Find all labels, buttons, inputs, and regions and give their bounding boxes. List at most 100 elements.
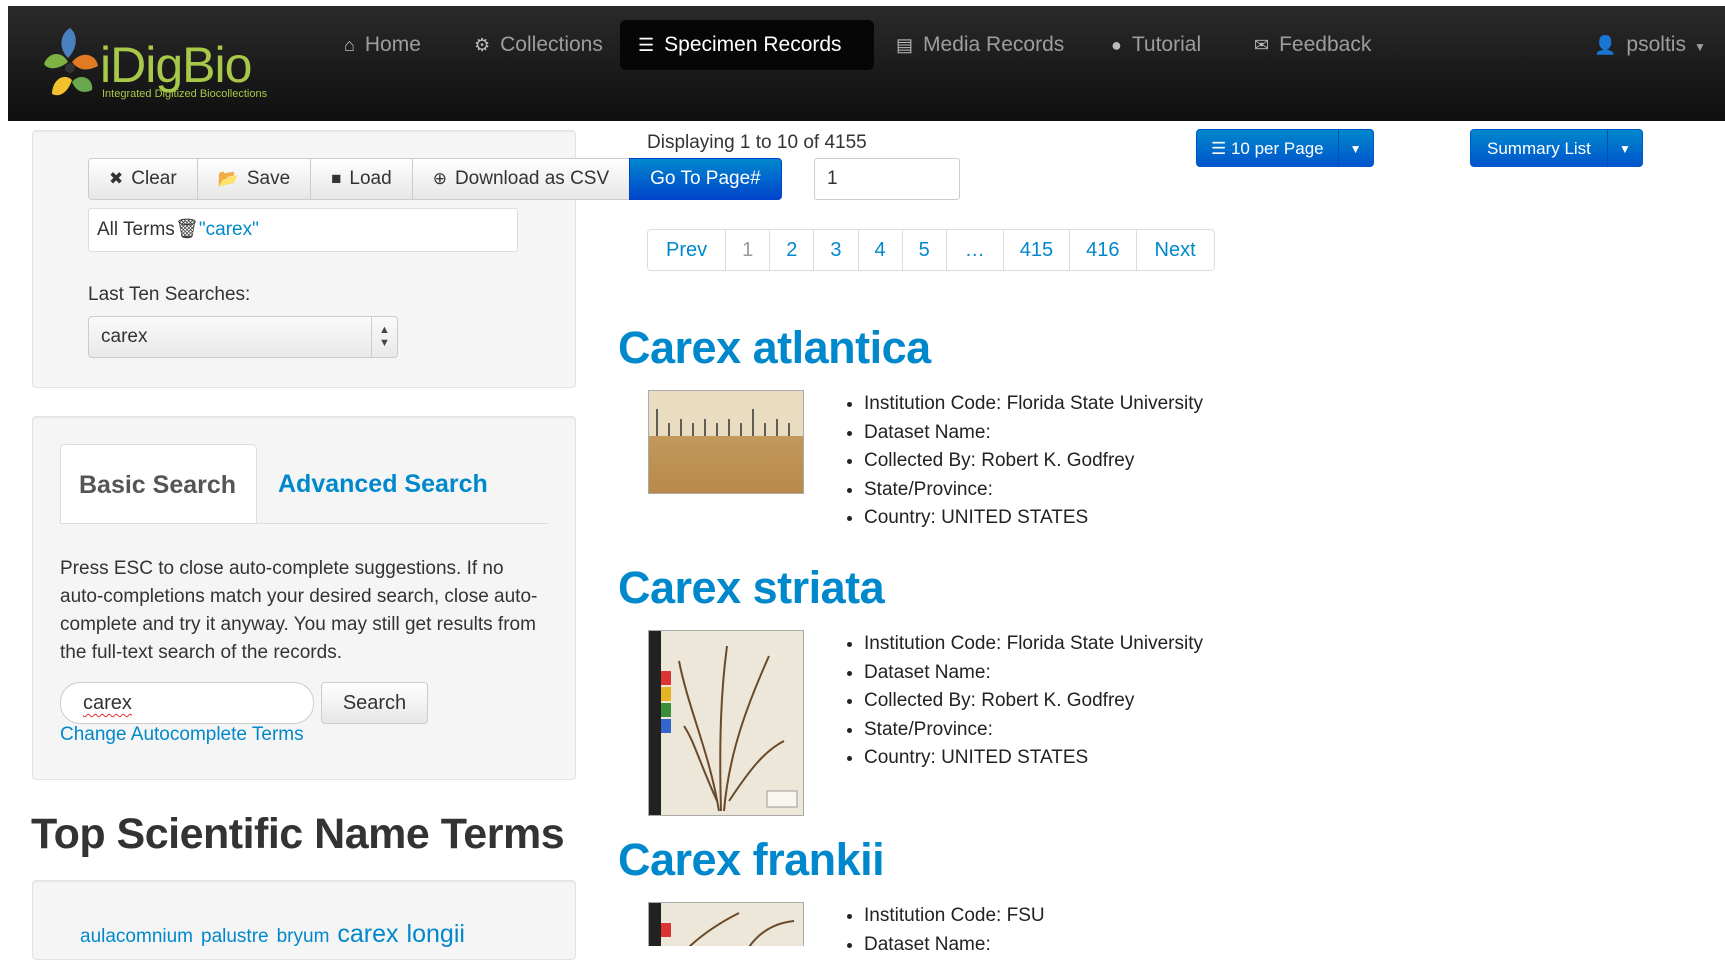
page-number-input[interactable]: 1: [814, 158, 960, 200]
record-title[interactable]: Carex atlantica: [618, 322, 931, 374]
download-label: Download as CSV: [454, 168, 610, 189]
gear-icon: ⚙: [474, 35, 491, 55]
clear-label: Clear: [131, 168, 177, 189]
specimen-thumbnail[interactable]: [648, 630, 804, 816]
top-terms-heading: Top Scientific Name Terms: [31, 810, 565, 858]
page-link[interactable]: 5: [902, 230, 947, 270]
folder-open-icon: 📂: [217, 169, 239, 188]
ruler-image: [649, 391, 803, 436]
caret-down-icon: ▼: [1693, 40, 1706, 54]
page-next[interactable]: Next: [1136, 230, 1214, 270]
user-name: psoltis: [1626, 33, 1686, 56]
go-to-page-button[interactable]: Go To Page#: [629, 158, 782, 200]
term-link[interactable]: palustre: [201, 926, 269, 947]
select-arrows-icon: ▲ ▼: [371, 317, 397, 357]
load-label: Load: [349, 168, 392, 189]
home-icon: ⌂: [344, 35, 355, 55]
record-facts: Institution Code: FSU Dataset Name:: [842, 902, 1045, 959]
page-link[interactable]: 2: [770, 230, 815, 270]
fact-state: State/Province:: [864, 716, 1203, 745]
herbarium-sheet-image: [649, 903, 795, 946]
term-link[interactable]: bryum: [277, 926, 330, 947]
nav-feedback[interactable]: ✉ Feedback: [1236, 20, 1389, 70]
page-link[interactable]: 3: [814, 230, 859, 270]
nav-tutorial[interactable]: ● Tutorial: [1093, 20, 1219, 70]
fact-collector: Collected By: Robert K. Godfrey: [864, 687, 1203, 716]
load-button[interactable]: ■ Load: [310, 158, 413, 200]
term-link[interactable]: aulacomnium: [80, 926, 193, 947]
list-icon: ☰: [638, 35, 655, 55]
terms-prefix: All Terms: [97, 219, 175, 240]
caret-down-icon[interactable]: ▼: [1606, 130, 1642, 166]
term-link[interactable]: longii: [407, 920, 465, 948]
page-ellipsis: …: [946, 230, 1004, 270]
fact-institution: Institution Code: FSU: [864, 902, 1045, 931]
search-button[interactable]: Search: [321, 682, 428, 724]
save-label: Save: [246, 168, 291, 189]
fact-dataset: Dataset Name:: [864, 931, 1045, 960]
terms-query: "carex": [198, 219, 259, 240]
view-mode-dropdown[interactable]: Summary List ▼: [1470, 129, 1643, 167]
nav-home[interactable]: ⌂ Home: [326, 20, 439, 70]
download-icon: ⊕: [432, 169, 447, 188]
specimen-thumbnail[interactable]: [648, 390, 804, 494]
caret-down-icon[interactable]: ▼: [1337, 130, 1373, 166]
nav-collections[interactable]: ⚙ Collections: [456, 20, 621, 70]
specimen-thumbnail[interactable]: [648, 902, 804, 946]
record-facts: Institution Code: Florida State Universi…: [842, 390, 1203, 533]
fact-country: Country: UNITED STATES: [864, 744, 1203, 773]
last-searches-select[interactable]: carex ▲ ▼: [88, 316, 398, 358]
herbarium-sheet-image: [649, 631, 798, 815]
idigbio-logo[interactable]: iDigBio Integrated Digitized Biocollecti…: [38, 24, 288, 109]
fact-institution: Institution Code: Florida State Universi…: [864, 390, 1203, 419]
record-facts: Institution Code: Florida State Universi…: [842, 630, 1203, 773]
film-icon: ▤: [896, 35, 914, 55]
page-link[interactable]: 4: [858, 230, 903, 270]
record-title[interactable]: Carex frankii: [618, 834, 885, 886]
logo-leaves-icon: [44, 28, 98, 96]
nav-tutorial-label: Tutorial: [1131, 33, 1202, 56]
tab-divider: [60, 523, 548, 524]
change-autocomplete-link[interactable]: Change Autocomplete Terms: [60, 724, 304, 746]
nav-specimen-records[interactable]: ☰ Specimen Records: [620, 20, 874, 70]
trash-icon[interactable]: 🗑: [175, 219, 199, 240]
nav-media-records[interactable]: ▤ Media Records: [878, 20, 1082, 70]
page-prev[interactable]: Prev: [648, 230, 727, 270]
logo-subtitle: Integrated Digitized Biocollections: [102, 88, 268, 100]
term-cloud: aulacomnium palustre bryum carex longii: [80, 920, 473, 949]
save-button[interactable]: 📂 Save: [196, 158, 312, 200]
last-searches-label: Last Ten Searches:: [88, 284, 251, 305]
view-mode-label: Summary List: [1487, 139, 1591, 158]
nav-home-label: Home: [364, 33, 421, 56]
search-toolbar: ✖ Clear 📂 Save ■ Load ⊕ Download as CSV Go T…: [88, 158, 782, 200]
tab-advanced-search[interactable]: Advanced Search: [260, 444, 506, 524]
tab-basic-search[interactable]: Basic Search: [60, 444, 257, 524]
nav-feedback-label: Feedback: [1279, 33, 1372, 56]
nav-collections-label: Collections: [500, 33, 603, 56]
download-csv-button[interactable]: ⊕ Download as CSV: [411, 158, 631, 200]
user-menu[interactable]: 👤 psoltis ▼: [1576, 20, 1724, 70]
nav-specimen-records-label: Specimen Records: [664, 33, 842, 56]
folder-icon: ■: [331, 169, 342, 188]
search-input-value: carex: [83, 692, 132, 714]
nav-media-records-label: Media Records: [923, 33, 1065, 56]
page-link[interactable]: 415: [1003, 230, 1071, 270]
record-title[interactable]: Carex striata: [618, 562, 885, 614]
fact-institution: Institution Code: Florida State Universi…: [864, 630, 1203, 659]
logo-title: iDigBio: [100, 37, 252, 93]
user-icon: 👤: [1594, 35, 1617, 55]
page-link[interactable]: 416: [1070, 230, 1137, 270]
fact-collector: Collected By: Robert K. Godfrey: [864, 447, 1203, 476]
pagination: Prev 1 2 3 4 5 … 415 416 Next: [647, 229, 1215, 271]
per-page-label: 10 per Page: [1230, 139, 1324, 158]
clear-button[interactable]: ✖ Clear: [88, 158, 198, 200]
fact-state: State/Province:: [864, 476, 1203, 505]
page-link[interactable]: 1: [726, 230, 771, 270]
question-circle-icon: ●: [1111, 35, 1122, 55]
search-input[interactable]: carex: [60, 682, 314, 724]
list-icon: ☰: [1211, 139, 1231, 158]
search-terms-box[interactable]: All Terms🗑"carex": [88, 208, 518, 252]
search-help-text: Press ESC to close auto-complete suggest…: [60, 558, 538, 663]
per-page-dropdown[interactable]: ☰ 10 per Page ▼: [1196, 129, 1374, 167]
term-link[interactable]: carex: [337, 920, 398, 948]
